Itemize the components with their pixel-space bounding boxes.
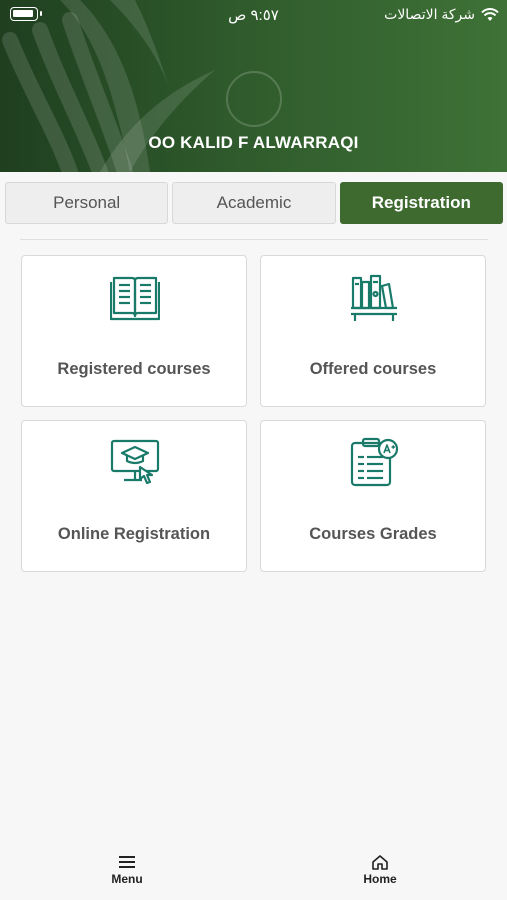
tab-academic[interactable]: Academic (172, 182, 336, 224)
home-button[interactable]: Home (350, 854, 410, 886)
card-label-offered-courses: Offered courses (309, 360, 437, 378)
bookshelf-icon (351, 274, 397, 321)
bottom-navigation: Menu Home (0, 840, 507, 900)
home-label: Home (363, 872, 397, 886)
menu-button[interactable]: Menu (97, 854, 157, 886)
tab-registration[interactable]: Registration (339, 182, 503, 224)
menu-label: Menu (111, 872, 143, 886)
wifi-icon (481, 7, 499, 21)
home-icon (372, 855, 388, 870)
offered-courses-card[interactable]: Offered courses (260, 255, 486, 407)
open-book-icon (110, 276, 160, 321)
status-carrier-group: شركة الاتصالات (384, 6, 499, 23)
card-label-registered-courses: Registered courses (57, 360, 211, 378)
online-registration-card[interactable]: Online Registration (21, 420, 247, 572)
grade-report-icon (350, 437, 399, 487)
avatar[interactable] (226, 71, 282, 127)
menu-icon (119, 856, 135, 868)
profile-header: ٩:٥٧ ص شركة الاتصالات OO KALID F ALWARRA… (0, 0, 507, 172)
user-name: OO KALID F ALWARRAQI (148, 133, 359, 152)
section-tabs: Personal Academic Registration (5, 182, 503, 224)
computer-graduation-icon (110, 439, 160, 485)
registered-courses-card[interactable]: Registered courses (21, 255, 247, 407)
card-label-online-registration: Online Registration (57, 525, 211, 543)
divider (20, 239, 488, 240)
tab-personal[interactable]: Personal (5, 182, 169, 224)
card-label-courses-grades: Courses Grades (309, 525, 437, 543)
courses-grades-card[interactable]: Courses Grades (260, 420, 486, 572)
carrier-name: شركة الاتصالات (384, 6, 475, 22)
status-bar: ٩:٥٧ ص شركة الاتصالات (0, 0, 507, 30)
